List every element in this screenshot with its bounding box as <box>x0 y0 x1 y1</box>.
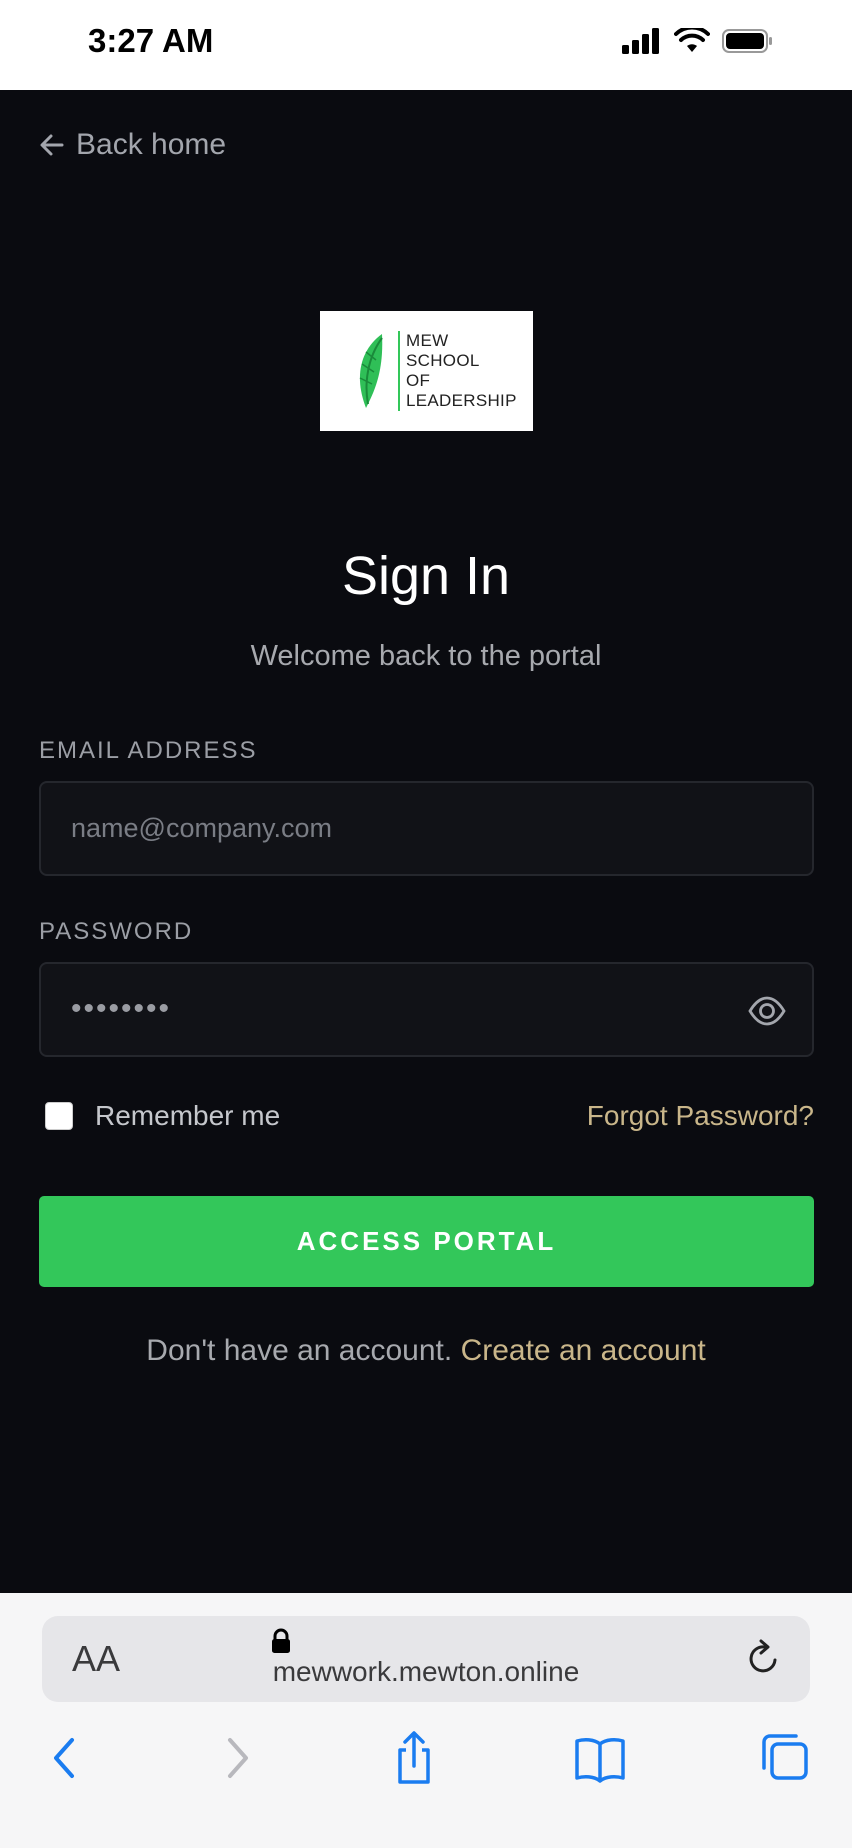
email-field[interactable] <box>71 783 751 874</box>
show-password-eye-icon[interactable] <box>748 992 786 1030</box>
remember-me-checkbox[interactable] <box>45 1102 73 1130</box>
browser-toolbar <box>0 1728 852 1788</box>
address-bar[interactable]: AA mewwork.mewton.online <box>42 1616 810 1702</box>
status-time: 3:27 AM <box>88 22 214 59</box>
sign-in-page: Back home MEW SCHOOL OF LEADERSHIP Sign … <box>0 90 852 1593</box>
email-field-container <box>39 781 814 876</box>
bookmarks-icon[interactable] <box>570 1728 630 1788</box>
email-label: EMAIL ADDRESS <box>39 737 258 764</box>
password-field[interactable]: •••••••• <box>39 962 814 1057</box>
page-subtitle: Welcome back to the portal <box>250 640 602 672</box>
access-portal-button[interactable]: ACCESS PORTAL <box>39 1196 814 1287</box>
page-title: Sign In <box>341 546 511 606</box>
lock-icon <box>272 1628 290 1653</box>
status-bar: 3:27 AM <box>0 0 852 90</box>
back-home-link[interactable]: Back home <box>38 128 226 162</box>
school-logo: MEW SCHOOL OF LEADERSHIP <box>320 311 533 431</box>
logo-text: MEW SCHOOL OF LEADERSHIP <box>398 331 517 411</box>
url-text: mewwork.mewton.online <box>272 1656 580 1687</box>
browser-bottom-bar: AA mewwork.mewton.online <box>0 1593 852 1848</box>
create-account-link[interactable]: Create an account <box>461 1334 706 1367</box>
arrow-left-icon <box>40 134 64 156</box>
forward-chevron-icon[interactable] <box>206 1728 266 1788</box>
signup-row: Don't have an account. Create an account <box>0 1334 852 1368</box>
back-chevron-icon[interactable] <box>36 1728 96 1788</box>
forgot-password-link[interactable]: Forgot Password? <box>587 1100 814 1132</box>
wifi-icon <box>674 28 710 52</box>
remember-me-row: Remember me <box>45 1100 280 1132</box>
tabs-icon[interactable] <box>754 1728 814 1788</box>
back-home-label: Back home <box>76 128 227 161</box>
remember-me-label[interactable]: Remember me <box>95 1100 280 1132</box>
leaf-logo-icon <box>359 334 383 408</box>
reload-icon[interactable] <box>744 1638 784 1678</box>
cellular-signal-icon <box>622 28 659 54</box>
password-value: •••••••• <box>71 992 172 1025</box>
status-icons <box>622 28 774 54</box>
password-label: PASSWORD <box>39 918 194 945</box>
signup-prompt: Don't have an account. <box>146 1334 453 1367</box>
battery-icon <box>722 29 772 53</box>
share-icon[interactable] <box>384 1728 444 1788</box>
